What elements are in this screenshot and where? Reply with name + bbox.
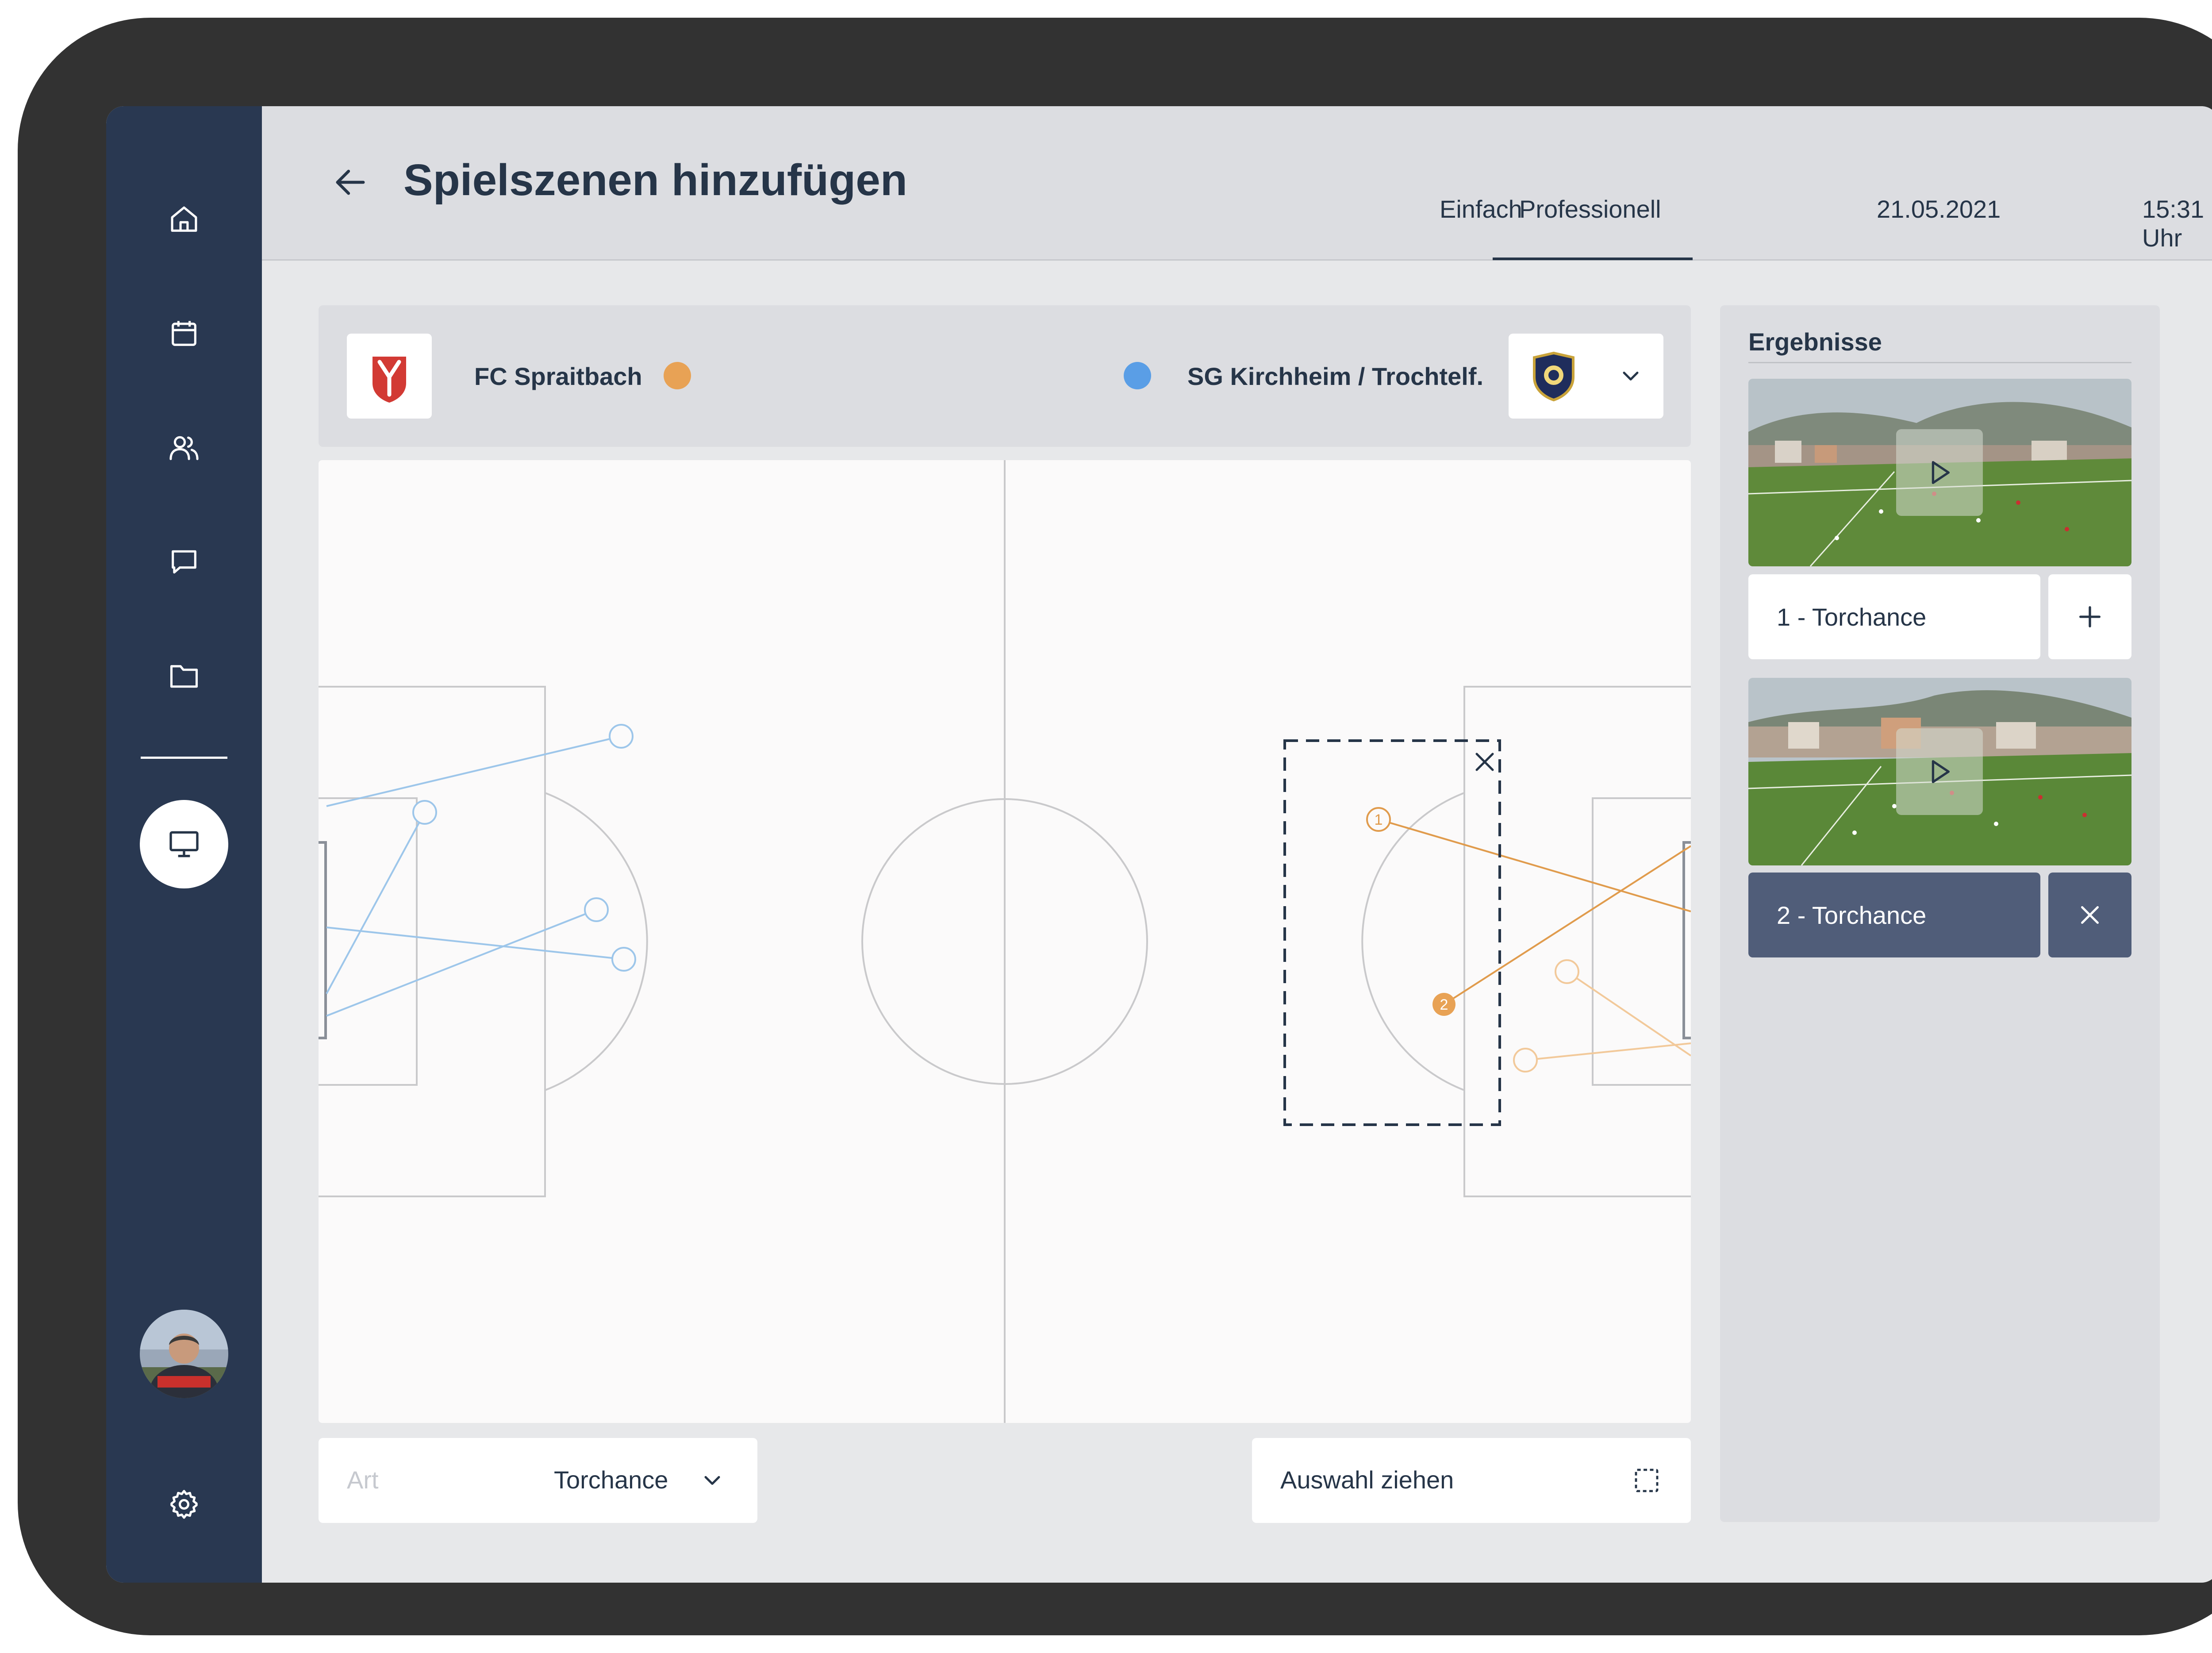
away-team-color-dot	[1124, 362, 1151, 389]
tablet-frame: Spielszenen hinzufügen Einfach Professio…	[18, 18, 2212, 1635]
selection-area-icon	[1635, 1468, 1659, 1492]
scene-marker-1-label: 1	[1375, 811, 1383, 828]
app-screen: Spielszenen hinzufügen Einfach Professio…	[106, 106, 2212, 1583]
sidebar-divider	[141, 757, 227, 759]
top-bar: Spielszenen hinzufügen Einfach Professio…	[262, 106, 2212, 261]
right-penalty-arc	[1361, 792, 1465, 1091]
right-goal	[1682, 841, 1691, 1039]
scene-point	[609, 724, 634, 749]
nav-item-scenes[interactable]	[140, 800, 228, 888]
home-team-logo	[347, 334, 432, 419]
close-icon	[1475, 753, 1494, 771]
play-button[interactable]	[1896, 429, 1983, 516]
result-item[interactable]: 1 - Torchance	[1748, 574, 2040, 659]
plus-icon	[2079, 606, 2101, 627]
results-title: Ergebnisse	[1748, 328, 1882, 356]
scene-point	[1513, 1048, 1538, 1073]
left-penalty-arc	[545, 792, 648, 1091]
left-goal-area	[319, 797, 418, 1086]
chevron-down-icon	[704, 1476, 720, 1485]
scene-point	[412, 800, 437, 825]
away-team-selector[interactable]	[1509, 334, 1663, 419]
home-team-color-dot	[664, 362, 691, 389]
pitch-drawing: 1 2	[319, 460, 1691, 1423]
play-icon	[1932, 760, 1950, 783]
video-thumbnail[interactable]	[1748, 678, 2131, 865]
chevron-down-icon	[1623, 372, 1639, 381]
page-title: Spielszenen hinzufügen	[403, 155, 907, 205]
right-penalty-area	[1463, 686, 1691, 1197]
home-team-scenes-faded	[1513, 959, 1691, 1073]
away-team-name: SG Kirchheim / Trochtelf.	[1187, 362, 1484, 390]
selection-box	[1283, 739, 1501, 1126]
remove-result-button[interactable]	[2048, 873, 2131, 957]
result-item-selected[interactable]: 2 - Torchance	[1748, 873, 2040, 957]
right-goal-area	[1592, 797, 1691, 1086]
tab-professionell[interactable]: Professionell	[1519, 195, 1661, 223]
results-divider	[1748, 362, 2131, 363]
home-team-scenes-selected	[1378, 819, 1691, 1005]
chat-icon[interactable]	[157, 535, 211, 588]
results-panel: Ergebnisse 1 - Torchance 2 - Torchance	[1720, 305, 2160, 1522]
play-icon	[1932, 461, 1950, 484]
sidebar	[106, 106, 262, 1583]
teams-bar: FC Spraitbach SG Kirchheim / Trochtelf.	[319, 305, 1691, 447]
play-button[interactable]	[1896, 728, 1983, 815]
selection-tool-label: Auswahl ziehen	[1280, 1466, 1454, 1494]
settings-icon[interactable]	[157, 1478, 211, 1531]
club-crest-icon	[373, 357, 406, 403]
monitor-icon	[169, 831, 199, 857]
pitch[interactable]: 1 2	[319, 460, 1691, 1423]
selection-tool-button[interactable]: Auswahl ziehen	[1252, 1438, 1691, 1523]
time-display: 15:31 Uhr	[2142, 195, 2204, 252]
type-select-label: Art	[347, 1466, 379, 1494]
result-item-label: 2 - Torchance	[1777, 901, 1927, 929]
calendar-icon[interactable]	[157, 307, 211, 360]
type-select-value: Torchance	[554, 1466, 668, 1494]
type-select[interactable]: Art Torchance	[319, 1438, 757, 1523]
scene-point	[1555, 959, 1579, 984]
add-result-button[interactable]	[2048, 574, 2131, 659]
scene-point	[611, 947, 636, 972]
tab-einfach[interactable]: Einfach	[1440, 195, 1522, 223]
close-icon	[2081, 906, 2099, 924]
result-item-label: 1 - Torchance	[1777, 603, 1927, 631]
scene-point	[584, 897, 609, 922]
folder-icon[interactable]	[157, 650, 211, 703]
scene-marker-2-label: 2	[1440, 996, 1448, 1013]
away-team-scenes	[326, 724, 636, 1017]
users-icon[interactable]	[157, 421, 211, 474]
home-team-name: FC Spraitbach	[474, 362, 642, 390]
date-display: 21.05.2021	[1877, 195, 2001, 223]
video-thumbnail[interactable]	[1748, 379, 2131, 566]
home-icon[interactable]	[157, 193, 211, 246]
back-arrow-icon[interactable]	[328, 160, 373, 204]
left-goal	[319, 841, 327, 1039]
active-tab-indicator	[1493, 258, 1693, 260]
avatar[interactable]	[140, 1310, 228, 1398]
club-crest-icon	[1533, 351, 1575, 402]
